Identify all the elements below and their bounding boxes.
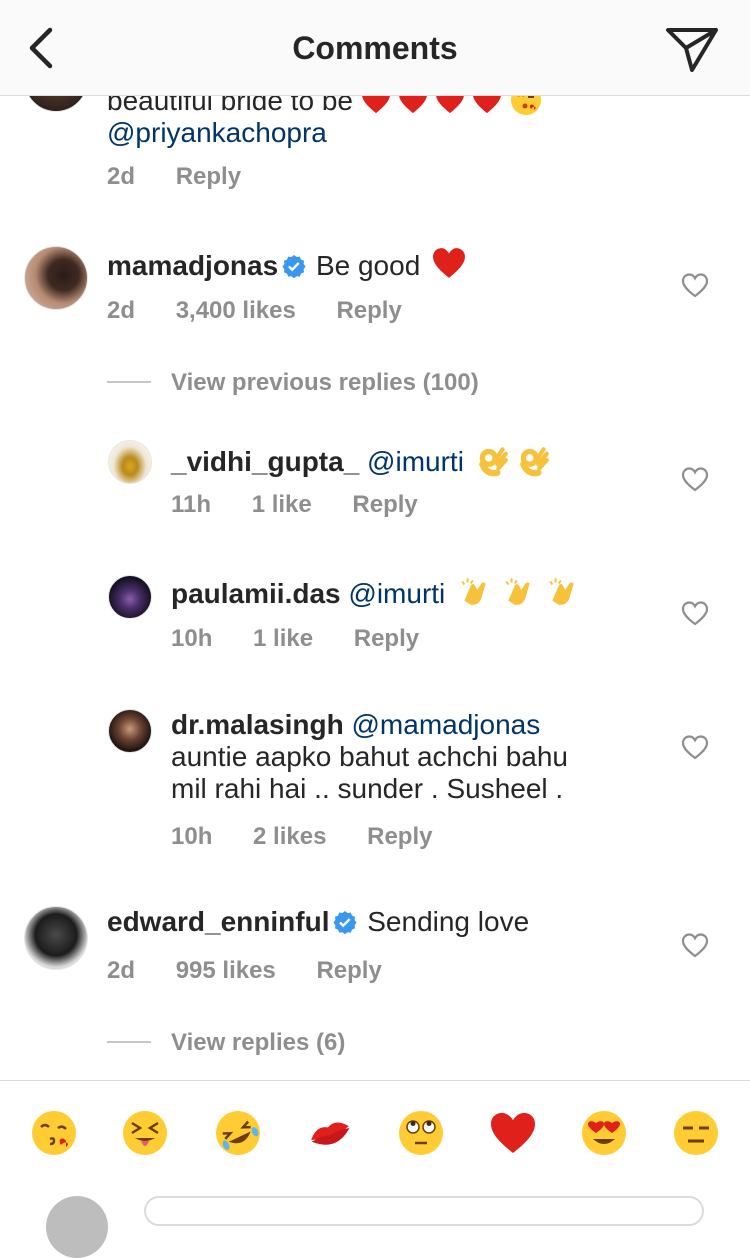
mention-link[interactable]: @mamadjonas: [352, 709, 541, 740]
reply-username[interactable]: dr.malasingh: [171, 709, 344, 740]
reply-text: dr.malasingh @mamadjonas auntie aapko ba…: [171, 709, 651, 805]
mention-link[interactable]: @imurti: [367, 446, 464, 477]
likes-count[interactable]: 3,400 likes: [176, 297, 296, 325]
view-previous-replies-button[interactable]: View previous replies (100): [171, 369, 479, 397]
reply-time: 11h: [171, 491, 212, 518]
kiss-mark-icon[interactable]: [306, 1109, 354, 1157]
comment-time: 2d: [107, 297, 136, 324]
comment-input[interactable]: [144, 1196, 704, 1226]
likes-count[interactable]: 1 like: [252, 491, 312, 519]
comment-meta: 2d 3,400 likes Reply: [107, 297, 402, 325]
ok-hand-icon: [478, 447, 508, 477]
clapping-hands-icon: [505, 578, 530, 605]
heart-eyes-face-icon[interactable]: [580, 1109, 628, 1157]
view-replies-button[interactable]: View replies (6): [171, 1029, 345, 1057]
mention-link[interactable]: @priyankachopra: [107, 117, 327, 148]
comment-meta: 2d 995 likes Reply: [107, 957, 382, 985]
emoji-quick-bar: [0, 1080, 750, 1207]
header-bar: Comments: [0, 0, 750, 96]
reply-body-line1: auntie aapko bahut achchi bahu: [171, 741, 568, 772]
reply-username[interactable]: _vidhi_gupta_: [171, 446, 359, 477]
comment-time: 2d: [107, 957, 136, 984]
clapping-hands-icon: [549, 578, 574, 605]
view-replies-line: [107, 381, 151, 383]
rolling-laughing-face-icon[interactable]: [214, 1109, 262, 1157]
comment-time: 2d: [107, 163, 136, 190]
comment-text: mamadjonas Be good: [107, 247, 667, 282]
verified-badge-icon: [333, 911, 358, 934]
ok-hand-icon: [520, 447, 550, 477]
avatar[interactable]: [108, 709, 152, 753]
reply-button[interactable]: Reply: [352, 491, 417, 519]
reply-time: 10h: [171, 625, 213, 652]
reply-button[interactable]: Reply: [176, 163, 241, 191]
reply-meta: 10h 1 like Reply: [171, 625, 419, 653]
comment-username[interactable]: mamadjonas: [107, 250, 278, 281]
like-heart-icon[interactable]: [681, 600, 709, 626]
like-heart-icon[interactable]: [681, 734, 709, 760]
avatar[interactable]: [24, 246, 88, 310]
like-heart-icon[interactable]: [681, 272, 709, 298]
red-heart-icon[interactable]: [489, 1109, 537, 1157]
reply-meta: 10h 2 likes Reply: [171, 823, 432, 851]
reply-text: _vidhi_gupta_ @imurti: [171, 443, 651, 478]
reply-button[interactable]: Reply: [354, 625, 419, 653]
likes-count[interactable]: 2 likes: [253, 823, 326, 851]
like-heart-icon[interactable]: [681, 466, 709, 492]
eye-roll-face-icon[interactable]: [397, 1109, 445, 1157]
reply-time: 10h: [171, 823, 213, 850]
avatar[interactable]: [108, 575, 152, 619]
reply-button[interactable]: Reply: [316, 957, 381, 985]
reply-button[interactable]: Reply: [336, 297, 401, 325]
view-replies-line: [107, 1041, 151, 1043]
reply-button[interactable]: Reply: [367, 823, 432, 851]
red-heart-icon: [433, 248, 465, 278]
avatar[interactable]: [24, 906, 88, 970]
squinting-tongue-face-icon[interactable]: [121, 1109, 169, 1157]
mention-link[interactable]: @imurti: [348, 578, 445, 609]
page-title: Comments: [292, 30, 458, 66]
reply-text: paulamii.das @imurti: [171, 575, 651, 610]
current-user-avatar: [46, 1196, 108, 1258]
expressionless-face-icon[interactable]: [672, 1109, 720, 1157]
comment-body: Be good: [315, 250, 421, 281]
likes-count[interactable]: 1 like: [253, 625, 313, 653]
comment-meta: 2d Reply: [107, 163, 241, 191]
comment-text: edward_enninful Sending love: [107, 906, 667, 938]
comment-body: Sending love: [367, 906, 530, 937]
comment-username[interactable]: edward_enninful: [107, 906, 329, 937]
paper-plane-icon[interactable]: [664, 24, 720, 74]
like-heart-icon[interactable]: [681, 932, 709, 958]
comments-list: beautiful bride to be @priyankachopra 2d…: [0, 0, 750, 1080]
reply-body-line2: mil rahi hai .. sunder . Susheel .: [171, 773, 564, 804]
likes-count[interactable]: 995 likes: [176, 957, 276, 985]
face-blowing-kiss-icon[interactable]: [30, 1109, 78, 1157]
clapping-hands-icon: [461, 578, 486, 605]
verified-badge-icon: [282, 255, 306, 278]
avatar[interactable]: [108, 440, 152, 484]
reply-meta: 11h 1 like Reply: [171, 491, 418, 519]
reply-username[interactable]: paulamii.das: [171, 578, 341, 609]
